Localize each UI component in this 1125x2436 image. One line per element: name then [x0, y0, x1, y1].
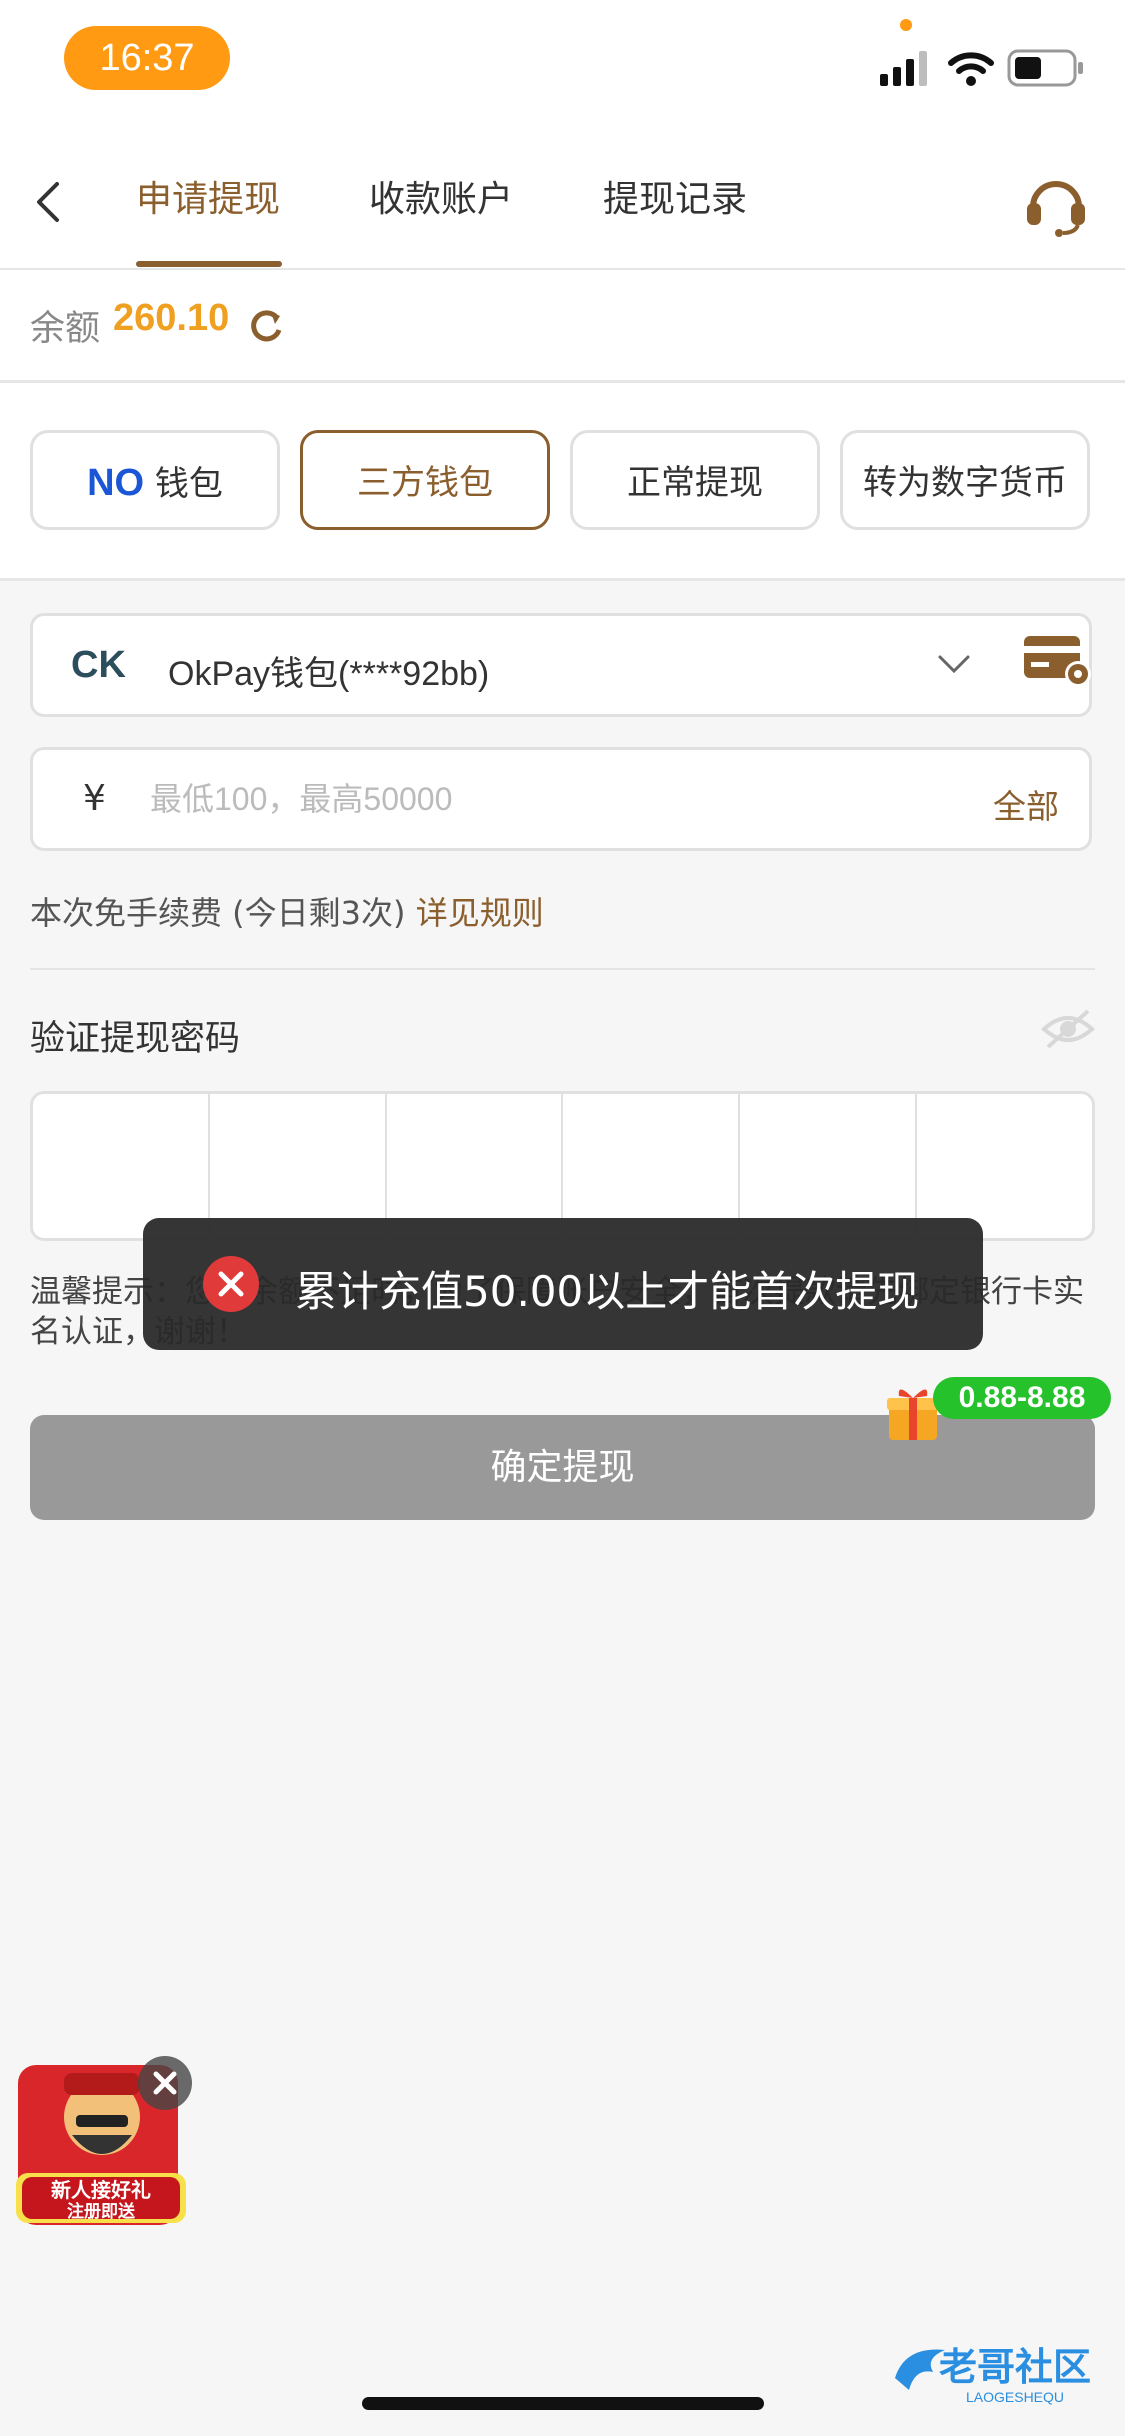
- fee-info: 本次免手续费 (今日剩3次) 详见规则: [30, 888, 544, 934]
- amount-field: ¥ 全部: [30, 747, 1092, 851]
- amount-input[interactable]: [148, 768, 912, 830]
- watermark-text: 老哥社区: [939, 2345, 1091, 2389]
- status-time: 16:37: [64, 26, 230, 90]
- chevron-down-icon: [938, 655, 970, 674]
- promo-close-button[interactable]: [138, 2056, 192, 2110]
- divider: [30, 968, 1095, 970]
- wifi-icon: [948, 52, 994, 86]
- password-digit-cell[interactable]: [563, 1094, 741, 1238]
- close-icon: [153, 2071, 177, 2095]
- password-digit-cell[interactable]: [210, 1094, 387, 1238]
- promo-line2: 注册即送: [67, 2201, 136, 2222]
- status-bar: 16:37: [0, 0, 1125, 135]
- password-digit-cell[interactable]: [740, 1094, 918, 1238]
- home-indicator: [362, 2397, 764, 2410]
- fee-info-text: 本次免手续费 (今日剩3次): [30, 894, 406, 932]
- error-x-icon: [203, 1256, 259, 1312]
- password-label: 验证提现密码: [30, 1019, 241, 1059]
- refresh-icon[interactable]: [247, 306, 285, 344]
- method-third-party-wallet-button[interactable]: 三方钱包: [300, 430, 550, 530]
- rules-link[interactable]: 详见规则: [416, 894, 544, 932]
- top-nav-bar: 申请提现 收款账户 提现记录: [0, 135, 1125, 271]
- balance-value: 260.10: [113, 297, 230, 339]
- error-toast: 累计充值50.00以上才能首次提现: [143, 1218, 983, 1350]
- gift-amount-badge[interactable]: 0.88-8.88: [933, 1377, 1111, 1419]
- password-digit-cell[interactable]: [33, 1094, 210, 1238]
- method-normal-withdraw-button[interactable]: 正常提现: [570, 430, 820, 530]
- method-convert-crypto-button[interactable]: 转为数字货币: [840, 430, 1090, 530]
- password-digit-cell[interactable]: [917, 1094, 1092, 1238]
- tab-receiving-account[interactable]: 收款账户: [369, 135, 513, 268]
- watermark-subtext: LAOGESHEQU: [966, 2389, 1064, 2405]
- cellular-signal-icon: [880, 51, 927, 86]
- gift-box-icon[interactable]: [885, 1382, 941, 1442]
- wallet-select[interactable]: CK OkPay钱包(****92bb): [30, 613, 1092, 717]
- tab-withdrawal-records[interactable]: 提现记录: [603, 135, 747, 268]
- password-digit-cell[interactable]: [387, 1094, 564, 1238]
- promo-line1: 新人接好礼: [51, 2178, 151, 2202]
- privacy-indicator-dot: [900, 19, 912, 31]
- okpay-logo-icon: CK: [71, 644, 126, 686]
- wallet-name: OkPay钱包(****92bb): [168, 655, 490, 693]
- no-wallet-logo-icon: NO: [87, 462, 145, 504]
- customer-service-headset-icon[interactable]: [1023, 171, 1089, 237]
- withdraw-method-group: NO 钱包 三方钱包 正常提现 转为数字货币: [0, 383, 1125, 581]
- eye-hidden-icon[interactable]: [1040, 1007, 1096, 1051]
- tab-apply-withdrawal[interactable]: 申请提现: [136, 135, 280, 268]
- active-tab-indicator: [136, 261, 282, 267]
- card-settings-icon[interactable]: [1022, 632, 1096, 690]
- currency-symbol: ¥: [83, 778, 106, 819]
- method-label: 钱包: [154, 464, 223, 504]
- battery-icon: [1007, 49, 1083, 87]
- method-no-wallet-button[interactable]: NO 钱包: [30, 430, 280, 530]
- watermark-logo: 老哥社区 LAOGESHEQU: [895, 2345, 1091, 2405]
- toast-message: 累计充值50.00以上才能首次提现: [295, 1267, 920, 1316]
- back-arrow-icon[interactable]: [33, 180, 63, 224]
- withdraw-all-button[interactable]: 全部: [993, 780, 1059, 828]
- balance-label: 余额: [30, 309, 101, 349]
- balance-row: 余额 260.10: [0, 270, 1125, 383]
